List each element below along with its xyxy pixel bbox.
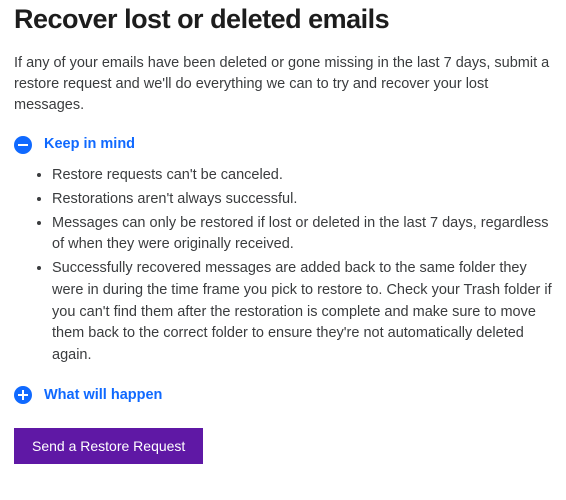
accordion-what-will-happen[interactable]: What will happen bbox=[14, 385, 552, 406]
accordion-content-keep-in-mind: Restore requests can't be canceled. Rest… bbox=[28, 165, 552, 367]
send-restore-request-button[interactable]: Send a Restore Request bbox=[14, 428, 203, 464]
accordion-title-keep-in-mind: Keep in mind bbox=[44, 134, 135, 155]
list-item: Successfully recovered messages are adde… bbox=[52, 258, 552, 367]
keep-in-mind-list: Restore requests can't be canceled. Rest… bbox=[28, 165, 552, 367]
accordion-title-what-will-happen: What will happen bbox=[44, 385, 162, 406]
list-item: Restorations aren't always successful. bbox=[52, 189, 552, 211]
list-item: Restore requests can't be canceled. bbox=[52, 165, 552, 187]
minus-circle-icon bbox=[14, 136, 32, 154]
accordion-keep-in-mind[interactable]: Keep in mind bbox=[14, 134, 552, 155]
intro-paragraph: If any of your emails have been deleted … bbox=[14, 53, 552, 116]
page-title: Recover lost or deleted emails bbox=[14, 0, 552, 39]
plus-circle-icon bbox=[14, 386, 32, 404]
list-item: Messages can only be restored if lost or… bbox=[52, 213, 552, 257]
